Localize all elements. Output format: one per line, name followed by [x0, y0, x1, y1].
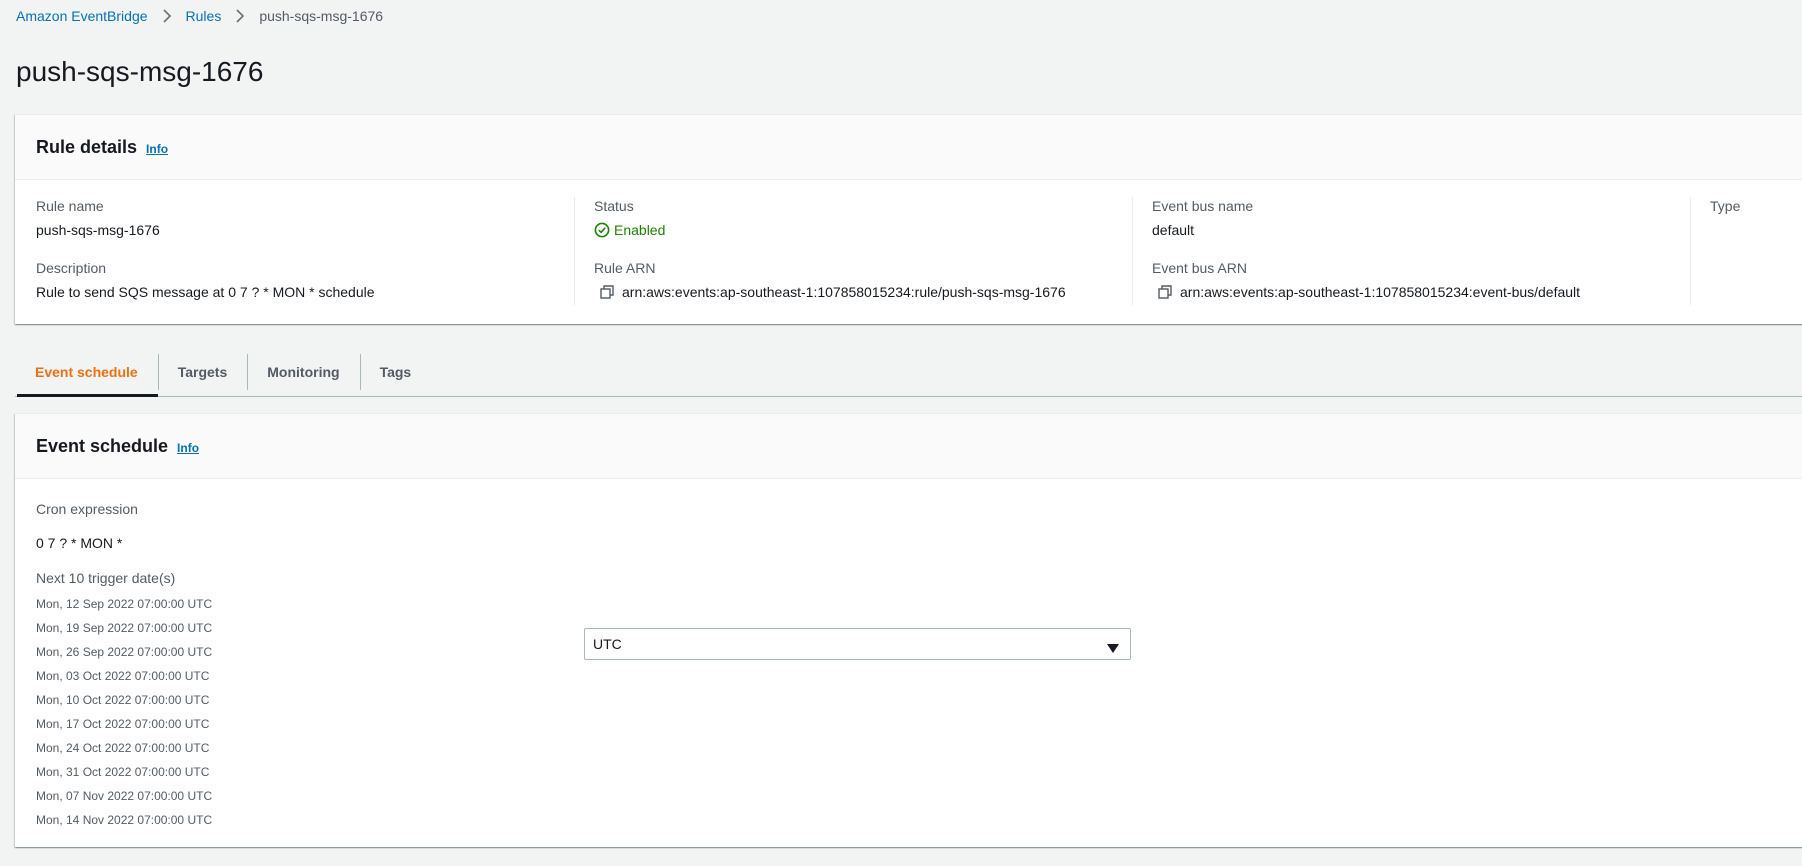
cron-expression-label: Cron expression	[36, 501, 138, 517]
copy-icon[interactable]	[600, 285, 614, 299]
rule-details-panel: Rule details Info Rule name push-sqs-msg…	[15, 114, 1802, 324]
breadcrumb-link-eventbridge[interactable]: Amazon EventBridge	[16, 7, 148, 25]
description-label: Description	[36, 260, 107, 276]
status-value: Enabled	[594, 221, 1114, 239]
tab-monitoring[interactable]: Monitoring	[247, 348, 359, 396]
page-title: push-sqs-msg-1676	[16, 56, 264, 87]
rule-arn-label: Rule ARN	[594, 260, 656, 276]
tab-tags[interactable]: Tags	[359, 348, 432, 396]
rule-arn-value: arn:aws:events:ap-southeast-1:1078580152…	[594, 283, 1114, 301]
rule-details-col-1: Rule name push-sqs-msg-1676 Description …	[36, 197, 556, 305]
rule-details-grid: Rule name push-sqs-msg-1676 Description …	[15, 180, 1802, 325]
rule-details-col-4: Type	[1690, 197, 1802, 305]
status-text: Enabled	[614, 222, 666, 238]
event-schedule-header: Event schedule Info	[15, 414, 1802, 479]
rule-details-header: Rule details Info	[15, 115, 1802, 180]
type-label: Type	[1710, 198, 1741, 214]
list-item: Mon, 14 Nov 2022 07:00:00 UTC	[36, 813, 213, 827]
status-label: Status	[594, 198, 634, 214]
list-item: Mon, 03 Oct 2022 07:00:00 UTC	[36, 669, 210, 683]
event-schedule-body: Cron expression 0 7 ? * MON * Next 10 tr…	[15, 479, 1802, 833]
rule-name-value: push-sqs-msg-1676	[36, 222, 160, 238]
list-item: Mon, 10 Oct 2022 07:00:00 UTC	[36, 693, 210, 707]
check-circle-icon	[594, 222, 610, 238]
list-item: Mon, 17 Oct 2022 07:00:00 UTC	[36, 717, 210, 731]
rule-details-info-link[interactable]: Info	[146, 142, 168, 156]
list-item: Mon, 24 Oct 2022 07:00:00 UTC	[36, 741, 210, 755]
rule-details-col-2: Status Enabled Rule ARN arn:aws:events:a…	[574, 197, 1114, 305]
rule-details-col-3: Event bus name default Event bus ARN arn…	[1132, 197, 1672, 305]
caret-down-icon	[1107, 640, 1119, 656]
event-bus-arn-text: arn:aws:events:ap-southeast-1:1078580152…	[1180, 284, 1581, 300]
chevron-right-icon	[162, 9, 172, 23]
cron-expression-value: 0 7 ? * MON *	[36, 535, 123, 551]
copy-icon[interactable]	[1158, 285, 1172, 299]
event-bus-name-value: default	[1152, 222, 1195, 238]
timezone-select[interactable]: UTC	[584, 628, 1131, 660]
tab-event-schedule[interactable]: Event schedule	[15, 348, 158, 397]
next-trigger-dates-label: Next 10 trigger date(s)	[36, 570, 176, 586]
tab-targets[interactable]: Targets	[157, 348, 248, 396]
timezone-select-value: UTC	[593, 636, 622, 652]
rule-name-label: Rule name	[36, 198, 104, 214]
description-value: Rule to send SQS message at 0 7 ? * MON …	[36, 284, 375, 300]
event-schedule-title: Event schedule	[36, 435, 169, 456]
list-item: Mon, 07 Nov 2022 07:00:00 UTC	[36, 789, 213, 803]
event-bus-arn-label: Event bus ARN	[1152, 260, 1247, 276]
chevron-right-icon	[235, 9, 245, 23]
breadcrumb-current: push-sqs-msg-1676	[259, 8, 384, 24]
breadcrumb-link-rules[interactable]: Rules	[186, 7, 222, 25]
event-bus-name-label: Event bus name	[1152, 198, 1254, 214]
list-item: Mon, 12 Sep 2022 07:00:00 UTC	[36, 597, 213, 611]
breadcrumb: Amazon EventBridge Rules push-sqs-msg-16…	[16, 7, 383, 25]
rule-details-title: Rule details	[36, 136, 138, 157]
list-item: Mon, 31 Oct 2022 07:00:00 UTC	[36, 765, 210, 779]
event-schedule-panel: Event schedule Info Cron expression 0 7 …	[15, 413, 1802, 847]
event-bus-arn-value: arn:aws:events:ap-southeast-1:1078580152…	[1152, 283, 1672, 301]
rule-arn-text: arn:aws:events:ap-southeast-1:1078580152…	[622, 284, 1066, 300]
event-schedule-info-link[interactable]: Info	[177, 441, 199, 455]
tab-bar: Event schedule Targets Monitoring Tags	[15, 348, 1802, 397]
